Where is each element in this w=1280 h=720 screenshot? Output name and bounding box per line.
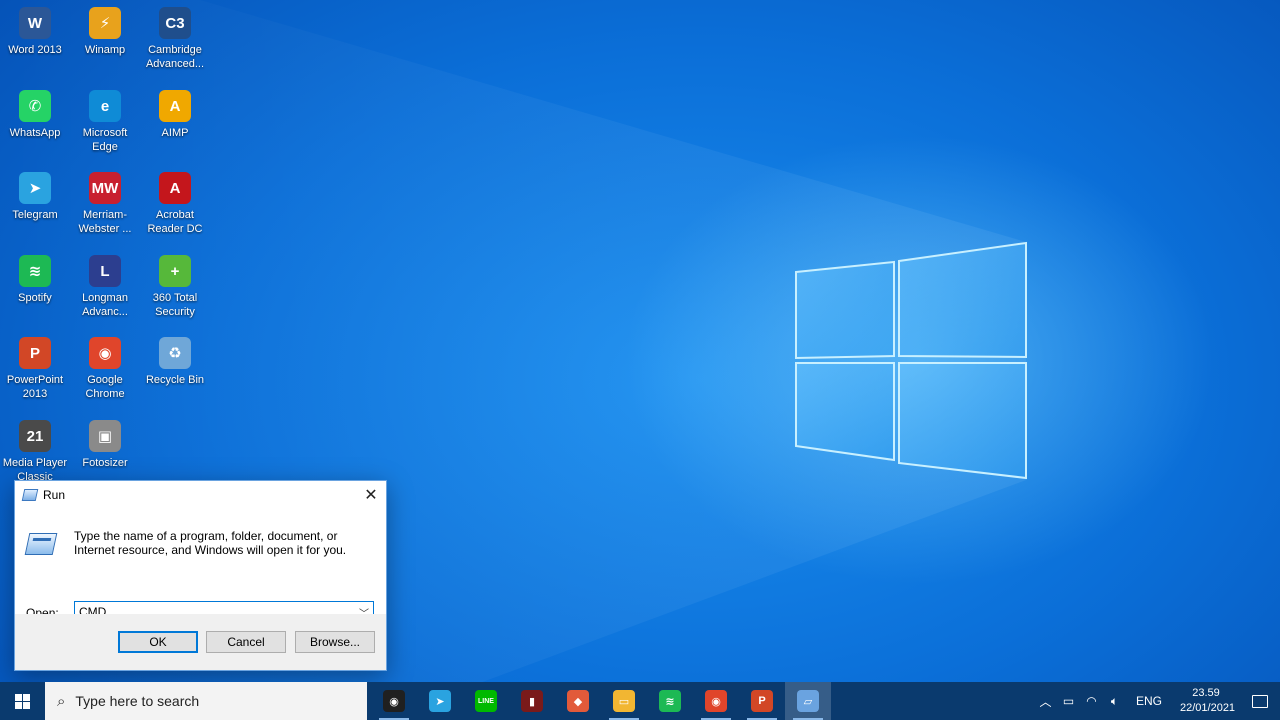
desktop-icon-label: Word 2013	[8, 44, 62, 56]
run-footer: OK Cancel Browse...	[15, 614, 386, 670]
system-tray: ︿ ▭ ◠ 🔈︎ ENG 23.59 22/01/2021	[1034, 682, 1280, 720]
notification-icon	[1252, 694, 1268, 708]
obs-icon: ◉	[383, 690, 405, 712]
word-icon: W	[19, 7, 51, 39]
file-explorer-icon: ▭	[613, 690, 635, 712]
desktop-icon[interactable]: C3 Cambridge Advanced...	[140, 3, 210, 81]
desktop-icon[interactable]: ⚡ Winamp	[70, 3, 140, 81]
taskbar-app-spotify[interactable]: ≋	[647, 682, 693, 720]
book-icon: ▮	[521, 690, 543, 712]
run-dialog: Run ✕ Type the name of a program, folder…	[14, 480, 387, 671]
close-icon: ✕	[364, 487, 378, 504]
desktop-icon-label: Cambridge Advanced...	[145, 44, 205, 70]
eraser-icon: ◆	[567, 690, 589, 712]
clock[interactable]: 23.59 22/01/2021	[1172, 686, 1240, 716]
run-body: Type the name of a program, folder, docu…	[15, 509, 386, 623]
winamp-icon: ⚡	[89, 7, 121, 39]
desktop-icon[interactable]: L Longman Advanc...	[70, 251, 140, 329]
desktop-icon[interactable]: MW Merriam- Webster ...	[70, 168, 140, 246]
run-program-icon	[24, 533, 58, 555]
taskbar-pinned-apps: ◉ ➤ LINE ▮ ◆ ▭ ≋ ◉ P ▱	[371, 682, 831, 720]
windows-icon	[15, 693, 30, 709]
chrome-icon: ◉	[89, 337, 121, 369]
chrome-icon: ◉	[705, 690, 727, 712]
volume-icon[interactable]: 🔈︎	[1103, 682, 1126, 720]
line-icon: LINE	[475, 690, 497, 712]
spotify-icon: ≋	[659, 690, 681, 712]
telegram-icon: ➤	[19, 172, 51, 204]
edge-icon: e	[89, 90, 121, 122]
desktop-icon-label: Merriam- Webster ...	[78, 209, 132, 235]
360-security-icon: +	[159, 255, 191, 287]
desktop-icon-label: Telegram	[12, 209, 58, 221]
desktop-icon-label: Acrobat Reader DC	[147, 209, 203, 235]
desktop-icon[interactable]: ◉ Google Chrome	[70, 333, 140, 411]
taskbar-app-telegram[interactable]: ➤	[417, 682, 463, 720]
close-button[interactable]: ✕	[356, 481, 386, 509]
cambridge-icon: C3	[159, 7, 191, 39]
taskbar: ⌕ Type here to search ◉ ➤ LINE ▮ ◆ ▭ ≋ ◉ P ▱ ︿ ▭ …	[0, 682, 1280, 720]
taskbar-search-box[interactable]: ⌕ Type here to search	[45, 682, 367, 720]
acrobat-icon: A	[159, 172, 191, 204]
desktop-icon-label: Recycle Bin	[145, 374, 205, 386]
desktop-icon-label: Longman Advanc...	[82, 292, 128, 318]
notification-button[interactable]	[1240, 682, 1280, 720]
clock-time: 23.59	[1192, 687, 1220, 699]
taskbar-app-book[interactable]: ▮	[509, 682, 555, 720]
search-icon: ⌕	[57, 692, 66, 710]
desktop-icon[interactable]: +360 Total Security	[140, 251, 210, 329]
battery-icon[interactable]: ▭	[1057, 682, 1080, 720]
desktop-icon[interactable]: ✆ WhatsApp	[0, 86, 70, 164]
telegram-icon: ➤	[429, 690, 451, 712]
desktop-icon[interactable]: A Acrobat Reader DC	[140, 168, 210, 246]
cancel-button[interactable]: Cancel	[206, 631, 286, 653]
taskbar-app-obs[interactable]: ◉	[371, 682, 417, 720]
taskbar-app-chrome[interactable]: ◉	[693, 682, 739, 720]
start-button[interactable]	[0, 682, 45, 720]
desktop-icon-label: Fotosizer	[82, 457, 128, 469]
taskbar-app-file-explorer[interactable]: ▭	[601, 682, 647, 720]
desktop-icon-label: AIMP	[161, 127, 189, 139]
powerpoint-icon: P	[19, 337, 51, 369]
run-description: Type the name of a program, folder, docu…	[74, 529, 347, 557]
taskbar-app-run[interactable]: ▱	[785, 682, 831, 720]
desktop-icon-label: Microsoft Edge	[82, 127, 128, 153]
wifi-icon[interactable]: ◠	[1080, 682, 1103, 720]
desktop-icon[interactable]: W Word 2013	[0, 3, 70, 81]
desktop-icon[interactable]: ≋ Spotify	[0, 251, 70, 329]
recycle-bin-icon: ♻	[159, 337, 191, 369]
taskbar-app-eraser[interactable]: ◆	[555, 682, 601, 720]
whatsapp-icon: ✆	[19, 90, 51, 122]
powerpoint-icon: P	[751, 690, 773, 712]
browse-button[interactable]: Browse...	[295, 631, 375, 653]
run-title-bar[interactable]: Run	[15, 481, 386, 509]
desktop-icon-label: PowerPoint 2013	[6, 374, 64, 400]
merriam-webster-icon: MW	[89, 172, 121, 204]
desktop-icon-label: Google Chrome	[85, 374, 125, 400]
ok-button[interactable]: OK	[118, 631, 198, 653]
spotify-icon: ≋	[19, 255, 51, 287]
desktop-icon-label: 360 Total Security	[152, 292, 198, 318]
desktop-icon[interactable]: P PowerPoint 2013	[0, 333, 70, 411]
fotosizer-icon: ▣	[89, 420, 121, 452]
clock-date: 22/01/2021	[1180, 702, 1236, 714]
longman-icon: L	[89, 255, 121, 287]
desktop-icon[interactable]: ➤ Telegram	[0, 168, 70, 246]
desktop-icon-label: Winamp	[84, 44, 126, 56]
input-language[interactable]: ENG	[1126, 694, 1172, 708]
desktop-icon[interactable]: A AIMP	[140, 86, 210, 164]
desktop-icon[interactable]: ♻ Recycle Bin	[140, 333, 210, 411]
taskbar-app-powerpoint[interactable]: P	[739, 682, 785, 720]
search-placeholder: Type here to search	[75, 693, 200, 709]
run-icon: ▱	[797, 690, 819, 712]
desktop-icon[interactable]: e Microsoft Edge	[70, 86, 140, 164]
desktop-icon-label: WhatsApp	[9, 127, 61, 139]
aimp-icon: A	[159, 90, 191, 122]
taskbar-app-line[interactable]: LINE	[463, 682, 509, 720]
run-icon	[21, 489, 39, 501]
chevron-up-icon[interactable]: ︿	[1034, 682, 1057, 720]
media-player-icon: 21	[19, 420, 51, 452]
desktop-icon-label: Spotify	[18, 292, 52, 304]
run-title: Run	[43, 488, 66, 502]
